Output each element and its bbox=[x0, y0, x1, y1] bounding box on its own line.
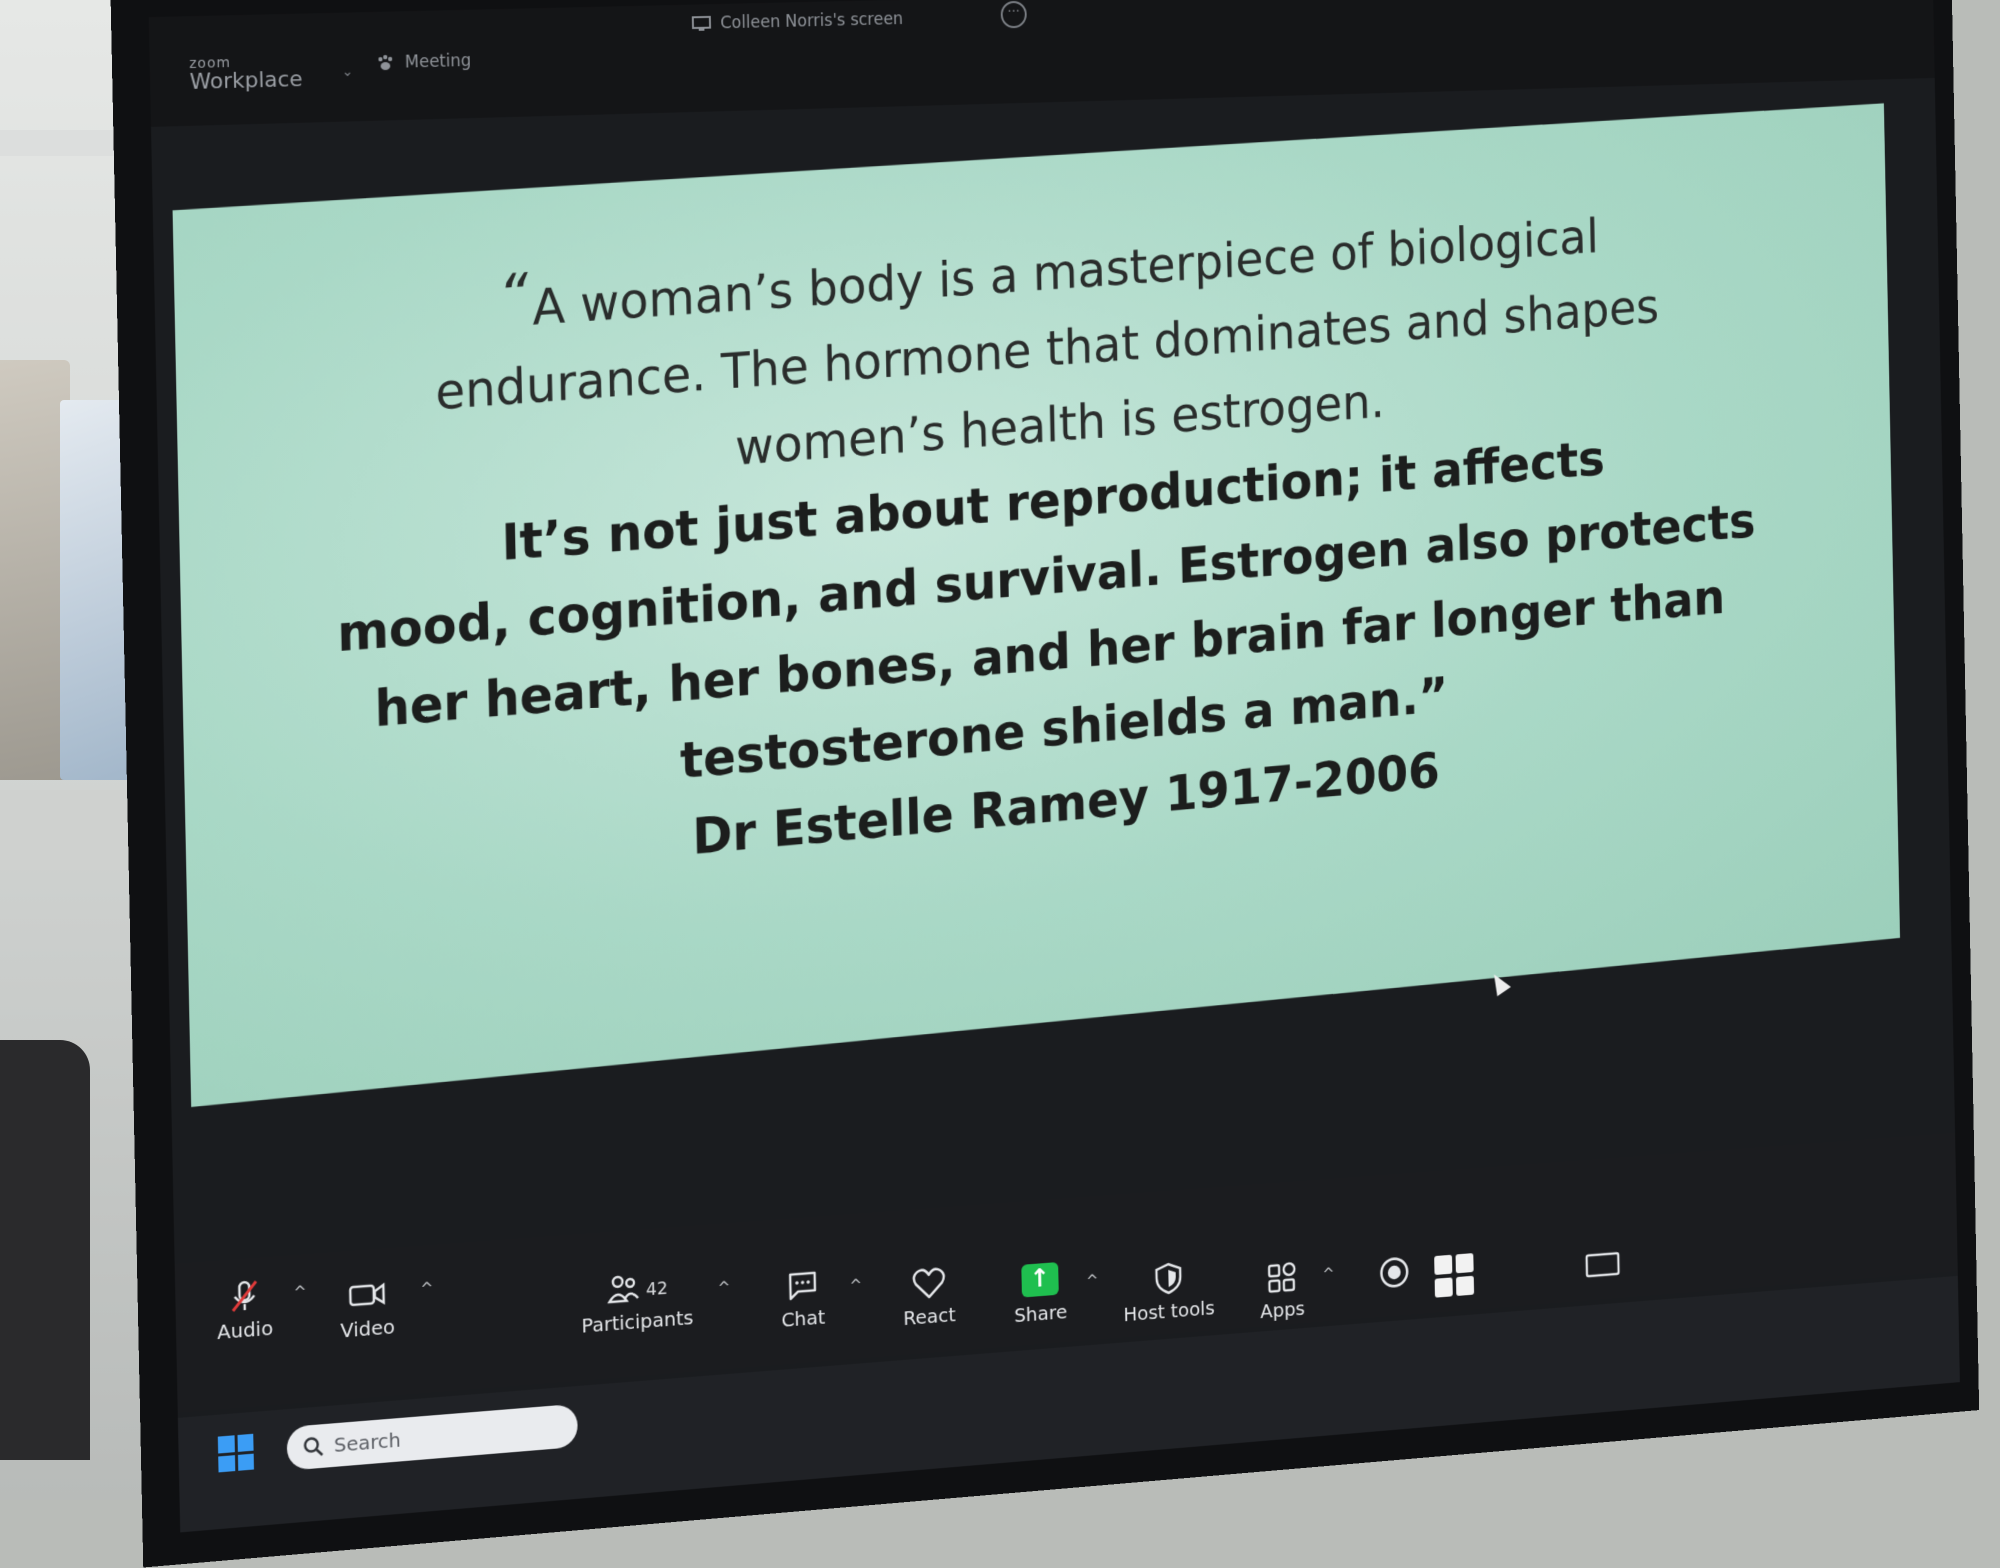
participants-icon bbox=[606, 1270, 641, 1308]
participants-options-caret[interactable]: ^ bbox=[717, 1277, 730, 1296]
search-icon bbox=[302, 1435, 324, 1459]
video-label: Video bbox=[340, 1315, 395, 1343]
taskbar-search[interactable]: Search bbox=[287, 1404, 578, 1471]
apps-options-caret[interactable]: ^ bbox=[1322, 1264, 1334, 1283]
screen-share-label: Colleen Norris's screen bbox=[692, 9, 904, 33]
share-arrow-icon: ↑ bbox=[1021, 1262, 1058, 1298]
chat-bubble-icon bbox=[784, 1267, 820, 1305]
react-label: React bbox=[903, 1303, 956, 1330]
top-bar: zoom Workplace ⌄ Meeting Colleen Norris'… bbox=[149, 0, 1935, 127]
share-options-caret[interactable]: ^ bbox=[1086, 1271, 1099, 1290]
display-button[interactable] bbox=[1576, 1247, 1629, 1289]
chevron-down-icon[interactable]: ⌄ bbox=[342, 64, 354, 80]
audio-label: Audio bbox=[217, 1316, 273, 1344]
screen-icon bbox=[692, 16, 711, 32]
windows-start-icon[interactable] bbox=[1434, 1253, 1474, 1298]
mic-muted-icon bbox=[226, 1277, 262, 1315]
video-camera-icon bbox=[347, 1276, 387, 1315]
room-chair bbox=[0, 1040, 90, 1460]
record-icon bbox=[1376, 1254, 1412, 1291]
audio-button[interactable]: Audio bbox=[205, 1275, 285, 1345]
open-quote-mark: “ bbox=[498, 261, 529, 332]
chat-label: Chat bbox=[781, 1305, 825, 1332]
share-label: Share bbox=[1014, 1300, 1068, 1327]
monitor: zoom Workplace ⌄ Meeting Colleen Norris'… bbox=[110, 0, 1979, 1567]
chat-button[interactable]: Chat bbox=[765, 1265, 841, 1333]
quote-block: “A woman’s body is a masterpiece of biol… bbox=[174, 168, 1897, 923]
search-placeholder: Search bbox=[334, 1428, 401, 1457]
record-button[interactable] bbox=[1363, 1253, 1426, 1296]
shared-slide: “A woman’s body is a masterpiece of biol… bbox=[173, 103, 1900, 1107]
share-button[interactable]: ↑ Share bbox=[998, 1260, 1082, 1328]
zoom-brand[interactable]: zoom Workplace ⌄ bbox=[189, 53, 303, 95]
video-button[interactable]: Video bbox=[323, 1274, 412, 1344]
zoom-window: zoom Workplace ⌄ Meeting Colleen Norris'… bbox=[149, 0, 1960, 1532]
room-shelf-lower bbox=[0, 790, 140, 870]
meeting-label: Meeting bbox=[405, 51, 472, 72]
heart-icon bbox=[911, 1265, 947, 1302]
monitor-icon bbox=[1583, 1247, 1622, 1284]
react-button[interactable]: React bbox=[887, 1263, 972, 1331]
audio-options-caret[interactable]: ^ bbox=[293, 1282, 307, 1302]
participants-button[interactable]: 42 Participants bbox=[565, 1265, 709, 1338]
windows-logo-icon[interactable] bbox=[218, 1434, 254, 1473]
host-tools-button[interactable]: Host tools bbox=[1109, 1257, 1229, 1327]
paw-icon bbox=[375, 53, 395, 73]
host-tools-label: Host tools bbox=[1123, 1296, 1215, 1326]
screen-owner-label: Colleen Norris's screen bbox=[720, 9, 903, 33]
video-options-caret[interactable]: ^ bbox=[420, 1278, 433, 1298]
participants-count: 42 bbox=[646, 1278, 668, 1300]
chat-options-caret[interactable]: ^ bbox=[849, 1275, 862, 1294]
apps-label: Apps bbox=[1260, 1297, 1305, 1323]
more-options-icon[interactable]: ··· bbox=[1001, 1, 1027, 29]
brand-name-label: Workplace bbox=[189, 67, 303, 95]
shield-icon bbox=[1153, 1260, 1185, 1297]
meeting-tab[interactable]: Meeting bbox=[375, 51, 471, 73]
apps-button[interactable]: Apps bbox=[1245, 1257, 1318, 1324]
apps-icon bbox=[1264, 1259, 1299, 1296]
